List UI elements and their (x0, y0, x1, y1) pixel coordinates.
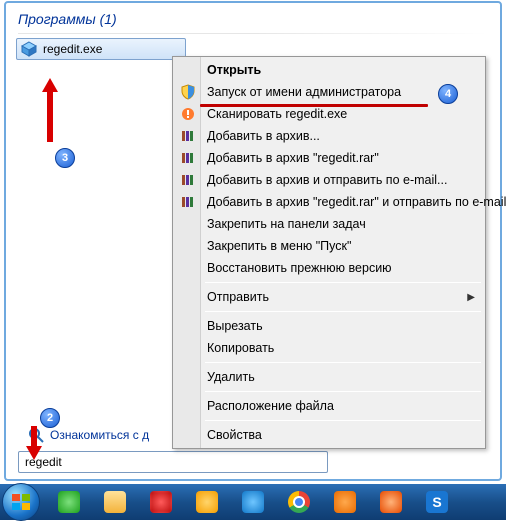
menu-add-archive[interactable]: Добавить в архив... (175, 125, 483, 147)
windows-logo-icon (11, 492, 31, 512)
taskbar-app-media[interactable] (324, 487, 366, 517)
utorrent-icon (58, 491, 80, 513)
menu-delete[interactable]: Удалить (175, 366, 483, 388)
menu-run-as-admin[interactable]: Запуск от имени администратора (175, 81, 483, 103)
search-result-label: regedit.exe (43, 42, 102, 56)
books-icon (180, 128, 196, 144)
menu-separator (205, 420, 481, 421)
taskbar-app-mail[interactable] (186, 487, 228, 517)
mail-icon (196, 491, 218, 513)
menu-separator (205, 282, 481, 283)
books-icon (180, 172, 196, 188)
taskbar-app-opera[interactable] (140, 487, 182, 517)
annotation-badge-2: 2 (40, 408, 60, 428)
media-player-icon (334, 491, 356, 513)
menu-file-location[interactable]: Расположение файла (175, 395, 483, 417)
cube-icon (21, 41, 37, 57)
menu-pin-taskbar[interactable]: Закрепить на панели задач (175, 213, 483, 235)
divider (18, 33, 488, 34)
menu-add-email[interactable]: Добавить в архив и отправить по e-mail..… (175, 169, 483, 191)
menu-separator (205, 311, 481, 312)
menu-add-rar[interactable]: Добавить в архив "regedit.rar" (175, 147, 483, 169)
menu-properties[interactable]: Свойства (175, 424, 483, 446)
books-icon (180, 194, 196, 210)
taskbar-app-search[interactable] (232, 487, 274, 517)
annotation-badge-4: 4 (438, 84, 458, 104)
menu-separator (205, 391, 481, 392)
taskbar-app-s[interactable]: S (416, 487, 458, 517)
menu-separator (205, 362, 481, 363)
menu-open[interactable]: Открыть (175, 59, 483, 81)
start-button[interactable] (2, 483, 40, 521)
chevron-right-icon: ▶ (467, 292, 475, 303)
app-s-icon: S (426, 491, 448, 513)
annotation-arrow-down (25, 426, 43, 465)
antivirus-icon (180, 106, 196, 122)
shield-icon (180, 84, 196, 100)
taskbar-app-utorrent[interactable] (48, 487, 90, 517)
menu-send-to[interactable]: Отправить ▶ (175, 286, 483, 308)
menu-copy[interactable]: Копировать (175, 337, 483, 359)
annotation-badge-3: 3 (55, 148, 75, 168)
menu-pin-start[interactable]: Закрепить в меню "Пуск" (175, 235, 483, 257)
section-header: Программы (1) (6, 3, 500, 33)
menu-cut[interactable]: Вырезать (175, 315, 483, 337)
folder-icon (104, 491, 126, 513)
search-result-regedit[interactable]: regedit.exe (16, 38, 186, 60)
taskbar-app-explorer[interactable] (94, 487, 136, 517)
annotation-underline (200, 104, 428, 107)
opera-icon (150, 491, 172, 513)
chrome-icon (288, 491, 310, 513)
context-menu: Открыть Запуск от имени администратора С… (172, 56, 486, 449)
see-other-results-label: Ознакомиться с д (50, 428, 149, 442)
books-icon (180, 150, 196, 166)
search-row (18, 451, 328, 473)
search-app-icon (242, 491, 264, 513)
menu-add-rar-email[interactable]: Добавить в архив "regedit.rar" и отправи… (175, 191, 483, 213)
taskbar-app-chrome[interactable] (278, 487, 320, 517)
search-input[interactable] (18, 451, 328, 473)
see-other-results[interactable]: Ознакомиться с д (28, 427, 149, 443)
disc-burn-icon (380, 491, 402, 513)
taskbar-app-burn[interactable] (370, 487, 412, 517)
annotation-arrow-up (40, 78, 60, 142)
menu-restore[interactable]: Восстановить прежнюю версию (175, 257, 483, 279)
taskbar: S (0, 484, 506, 520)
